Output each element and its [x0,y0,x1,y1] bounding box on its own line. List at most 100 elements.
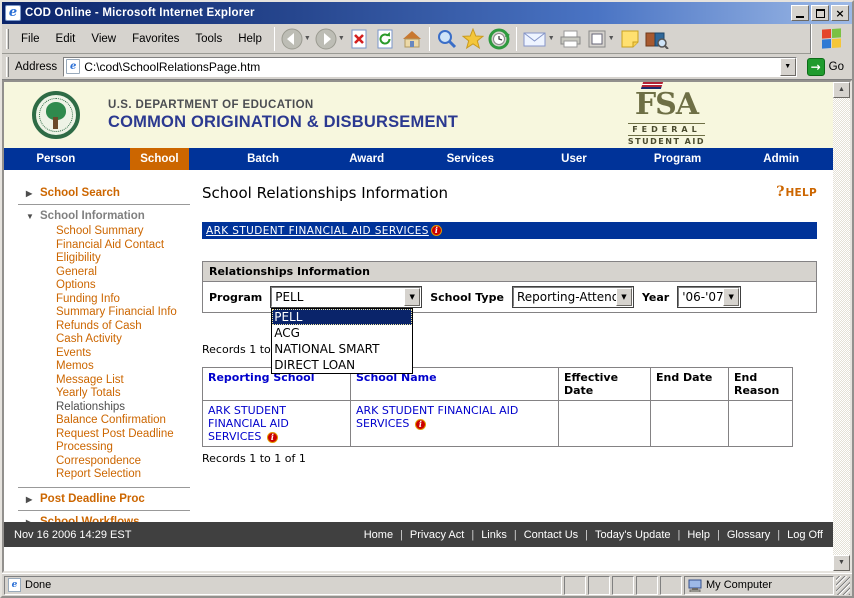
mail-button[interactable]: ▼ [521,26,557,52]
forward-dropdown-icon[interactable]: ▼ [338,35,345,42]
status-pane [660,576,682,595]
edit-icon [587,29,607,49]
program-select[interactable]: PELL ▼ [271,287,421,307]
nav-person[interactable]: Person [4,148,108,170]
sidebar-item-school-summary[interactable]: School Summary [56,225,204,239]
school-banner: ARK STUDENT FINANCIAL AID SERVICES i [202,222,817,239]
info-icon[interactable]: i [431,225,442,236]
sidebar-item-message-list[interactable]: Message List [56,374,204,388]
vertical-scrollbar[interactable]: ▲ ▼ [833,82,850,571]
sidebar-item-balance-confirmation[interactable]: Balance Confirmation [56,414,204,428]
sidebar-item-options[interactable]: Options [56,279,204,293]
favorites-button[interactable] [460,26,486,52]
sidebar-item-memos[interactable]: Memos [56,360,204,374]
column-effective-date: Effective Date [559,368,651,401]
sidebar-section-school-information[interactable]: ▼ School Information [26,210,194,222]
school-name-link[interactable]: ARK STUDENT FINANCIAL AID SERVICES [356,404,518,430]
chevron-down-icon[interactable]: ▼ [616,288,632,306]
menu-help[interactable]: Help [230,29,270,49]
expanded-triangle-icon: ▼ [26,212,40,221]
address-dropdown-icon[interactable]: ▼ [780,58,796,76]
footer-link-glossary[interactable]: Glossary [727,529,770,541]
edit-dropdown-icon[interactable]: ▼ [608,35,615,42]
home-icon [401,29,423,49]
info-icon[interactable]: i [415,419,426,430]
page-content: U.S. DEPARTMENT OF EDUCATION COMMON ORIG… [4,82,833,571]
nav-program[interactable]: Program [626,148,730,170]
address-input[interactable] [84,59,779,75]
sidebar-item-report-selection[interactable]: Report Selection [56,468,204,482]
sidebar-school-info-items: School Summary Financial Aid Contact Eli… [56,225,194,482]
footer-link-contact-us[interactable]: Contact Us [524,529,578,541]
footer-link-home[interactable]: Home [364,529,393,541]
nav-award[interactable]: Award [315,148,419,170]
home-button[interactable] [399,26,425,52]
sidebar-section-post-deadline-proc[interactable]: ▶ Post Deadline Proc [26,493,194,505]
sidebar-item-yearly-totals[interactable]: Yearly Totals [56,387,204,401]
nav-admin[interactable]: Admin [729,148,833,170]
sidebar-item-request-post-deadline-processing[interactable]: Request Post Deadline Processing [56,428,204,455]
maximize-button[interactable] [811,5,829,21]
info-icon[interactable]: i [267,432,278,443]
menu-tools[interactable]: Tools [187,29,230,49]
sidebar-item-refunds-of-cash[interactable]: Refunds of Cash [56,320,204,334]
school-type-select[interactable]: Reporting-Attending ▼ [513,287,633,307]
help-question-icon: ? [776,184,784,200]
program-option-pell[interactable]: PELL [272,309,412,325]
discuss-button[interactable] [643,26,671,52]
sidebar-item-funding-info[interactable]: Funding Info [56,293,204,307]
scroll-down-icon[interactable]: ▼ [833,555,850,571]
sidebar-item-general[interactable]: General [56,266,204,280]
sidebar-item-summary-financial-info[interactable]: Summary Financial Info [56,306,204,320]
nav-batch[interactable]: Batch [211,148,315,170]
scroll-up-icon[interactable]: ▲ [833,82,850,98]
footer-link-privacy-act[interactable]: Privacy Act [410,529,464,541]
sidebar-item-cash-activity[interactable]: Cash Activity [56,333,204,347]
footer-link-links[interactable]: Links [481,529,507,541]
nav-services[interactable]: Services [419,148,523,170]
menu-view[interactable]: View [83,29,124,49]
help-link[interactable]: ? HELP [776,184,817,200]
chevron-down-icon[interactable]: ▼ [723,288,739,306]
menu-edit[interactable]: Edit [48,29,84,49]
sidebar-divider [18,204,190,205]
edit-button[interactable]: ▼ [585,26,617,52]
back-button[interactable]: ▼ [279,26,313,52]
toolbar-grip[interactable] [6,29,9,49]
addressbar-grip[interactable] [6,57,9,77]
program-option-national-smart[interactable]: NATIONAL SMART [272,341,412,357]
close-button[interactable]: × [831,5,849,21]
sidebar-item-relationships[interactable]: Relationships [56,401,204,415]
sidebar-item-financial-aid-contact[interactable]: Financial Aid Contact [56,239,204,253]
mail-dropdown-icon[interactable]: ▼ [548,35,555,42]
sidebar-section-school-search[interactable]: ▶ School Search [26,187,194,199]
menu-favorites[interactable]: Favorites [124,29,187,49]
minimize-button[interactable] [791,5,809,21]
forward-button[interactable]: ▼ [313,26,347,52]
footer-link-todays-update[interactable]: Today's Update [595,529,670,541]
year-select[interactable]: '06-'07 ▼ [678,287,740,307]
history-button[interactable] [486,26,512,52]
refresh-button[interactable] [373,26,399,52]
nav-user[interactable]: User [522,148,626,170]
sidebar-item-correspondence[interactable]: Correspondence [56,455,204,469]
search-button[interactable] [434,26,460,52]
footer-link-help[interactable]: Help [687,529,710,541]
go-button[interactable]: → Go [803,57,848,77]
go-arrow-icon: → [807,58,825,76]
stop-button[interactable] [347,26,373,52]
nav-school[interactable]: School [108,148,212,170]
program-option-acg[interactable]: ACG [272,325,412,341]
resize-grip[interactable] [836,576,850,595]
back-dropdown-icon[interactable]: ▼ [304,35,311,42]
footer-link-log-off[interactable]: Log Off [787,529,823,541]
sidebar-item-events[interactable]: Events [56,347,204,361]
menu-file[interactable]: File [13,29,48,49]
school-banner-link[interactable]: ARK STUDENT FINANCIAL AID SERVICES [206,225,429,237]
chevron-down-icon[interactable]: ▼ [404,288,420,306]
program-option-direct-loan[interactable]: DIRECT LOAN [272,357,412,373]
title-bar[interactable]: e COD Online - Microsoft Internet Explor… [2,2,852,24]
print-button[interactable] [557,26,585,52]
notes-button[interactable] [617,26,643,52]
sidebar-item-eligibility[interactable]: Eligibility [56,252,204,266]
